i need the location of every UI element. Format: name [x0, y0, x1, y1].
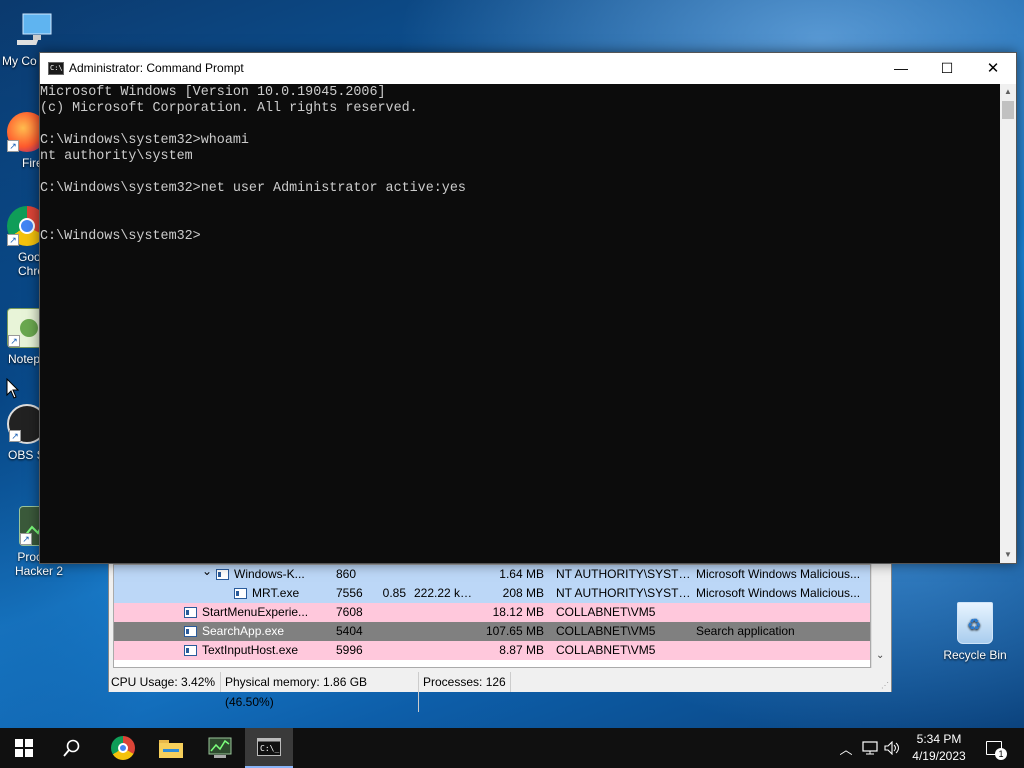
- console-line: (c) Microsoft Corporation. All rights re…: [40, 101, 418, 116]
- computer-icon: [12, 10, 57, 50]
- console-output[interactable]: Microsoft Windows [Version 10.0.19045.20…: [40, 84, 1000, 563]
- process-mem: 1.64 MB: [499, 567, 544, 581]
- process-pid: 7608: [336, 605, 363, 619]
- chevron-up-icon: ︿: [839, 741, 853, 757]
- process-row[interactable]: TextInputHost.exe 5996 8.87 MB COLLABNET\VM…: [114, 641, 870, 660]
- network-icon: [862, 741, 878, 755]
- process-table[interactable]: ⌄ Windows-K... 860 1.64 MB NT AUTHORITY\SYST…: [113, 564, 871, 668]
- process-user: COLLABNET\VM5: [556, 624, 656, 638]
- process-user: COLLABNET\VM5: [556, 643, 656, 657]
- process-row[interactable]: StartMenuExperie... 7608 18.12 MB COLLABNET…: [114, 603, 870, 622]
- clock-time: 5:34 PM: [916, 732, 962, 746]
- process-count-status: Processes: 126: [419, 672, 511, 692]
- process-pid: 5996: [336, 643, 363, 657]
- process-icon: [184, 607, 197, 618]
- process-name: MRT.exe: [252, 586, 300, 600]
- scroll-up-icon[interactable]: ▲: [1000, 84, 1016, 100]
- process-mem: 18.12 MB: [492, 605, 544, 619]
- console-line: C:\Windows\system32>net user Administrat…: [40, 181, 466, 196]
- mouse-cursor-icon: [6, 378, 20, 399]
- search-icon: [63, 739, 80, 757]
- taskbar-clock[interactable]: 5:34 PM 4/19/2023: [900, 731, 978, 765]
- cmd-icon: C:\_: [257, 738, 281, 756]
- notification-count-badge: 1: [995, 748, 1007, 760]
- console-line: C:\Windows\system32>whoami: [40, 133, 249, 148]
- process-table-scrollbar[interactable]: ⌄: [871, 564, 891, 668]
- search-button[interactable]: [48, 728, 96, 768]
- shortcut-arrow-icon: ↗: [8, 335, 20, 347]
- file-explorer-taskbar[interactable]: [147, 728, 195, 768]
- cpu-usage-status: CPU Usage: 3.42%: [109, 672, 221, 692]
- process-row[interactable]: ⌄ Windows-K... 860 1.64 MB NT AUTHORITY\SYST…: [114, 565, 870, 584]
- process-pid: 5404: [336, 624, 363, 638]
- process-hacker-icon: [208, 737, 232, 758]
- process-hacker-window[interactable]: ⌄ Windows-K... 860 1.64 MB NT AUTHORITY\SYST…: [108, 555, 892, 712]
- show-hidden-icons-button[interactable]: ︿: [836, 728, 856, 768]
- notification-icon: 1: [986, 741, 1007, 760]
- clock-date: 4/19/2023: [912, 749, 966, 763]
- process-user: NT AUTHORITY\SYSTEM: [556, 586, 694, 600]
- tree-expander-icon[interactable]: ⌄: [202, 565, 212, 581]
- svg-text:C:\_: C:\_: [260, 744, 279, 753]
- process-mem: 107.65 MB: [485, 624, 544, 638]
- windows-logo-icon: [15, 739, 33, 757]
- process-hacker-taskbar[interactable]: [196, 728, 244, 768]
- process-name: TextInputHost.exe: [202, 643, 299, 657]
- shortcut-arrow-icon: ↗: [20, 533, 32, 545]
- minimize-button[interactable]: —: [878, 53, 924, 84]
- cmd-window[interactable]: C:\ Administrator: Command Prompt — ☐ ✕ …: [39, 52, 1017, 564]
- process-cpu: 0.85: [382, 586, 406, 600]
- shortcut-arrow-icon: ↗: [9, 430, 21, 442]
- process-desc: Search application: [696, 624, 795, 638]
- process-name: SearchApp.exe: [202, 624, 285, 638]
- process-desc: Microsoft Windows Malicious...: [696, 586, 861, 600]
- folder-icon: [159, 740, 183, 758]
- close-button[interactable]: ✕: [970, 53, 1016, 84]
- window-title: Administrator: Command Prompt: [69, 61, 244, 75]
- status-bar: CPU Usage: 3.42% Physical memory: 1.86 G…: [109, 672, 891, 712]
- console-scrollbar[interactable]: ▲ ▼: [1000, 84, 1016, 563]
- maximize-button[interactable]: ☐: [924, 53, 970, 84]
- desktop-icon-label: Recycle Bin: [943, 648, 1007, 662]
- process-icon: [234, 588, 247, 599]
- process-user: NT AUTHORITY\SYSTEM: [556, 567, 694, 581]
- resize-grip-icon[interactable]: ⋰: [881, 682, 889, 690]
- network-button[interactable]: [860, 728, 882, 768]
- cmd-titlebar[interactable]: C:\ Administrator: Command Prompt — ☐ ✕: [40, 53, 1016, 84]
- process-icon: [184, 626, 197, 637]
- taskbar: C:\_ ︿ 5:34 PM 4/19/2023 1: [0, 728, 1024, 768]
- process-icon: [216, 569, 229, 580]
- process-mem: 8.87 MB: [499, 643, 544, 657]
- scrollbar-thumb[interactable]: [1002, 101, 1014, 119]
- process-desc: Microsoft Windows Malicious...: [696, 567, 861, 581]
- desktop-icon-recycle-bin[interactable]: ♻ Recycle Bin: [940, 602, 1010, 662]
- console-line: Microsoft Windows [Version 10.0.19045.20…: [40, 85, 386, 100]
- process-user: COLLABNET\VM5: [556, 605, 656, 619]
- chrome-taskbar[interactable]: [99, 728, 147, 768]
- process-name: Windows-K...: [234, 567, 305, 581]
- scroll-down-icon[interactable]: ▼: [1000, 547, 1016, 563]
- process-name: StartMenuExperie...: [202, 605, 309, 619]
- process-mem: 208 MB: [502, 586, 544, 600]
- shortcut-arrow-icon: ↗: [7, 234, 19, 246]
- shortcut-arrow-icon: ↗: [7, 140, 19, 152]
- scroll-down-icon[interactable]: ⌄: [876, 650, 884, 661]
- cmd-icon: C:\: [48, 62, 64, 75]
- physical-memory-status: Physical memory: 1.86 GB (46.50%): [221, 672, 419, 712]
- cmd-taskbar[interactable]: C:\_: [245, 728, 293, 768]
- console-line: nt authority\system: [40, 149, 193, 164]
- process-icon: [184, 645, 197, 656]
- start-button[interactable]: [0, 728, 48, 768]
- process-row[interactable]: SearchApp.exe 5404 107.65 MB COLLABNET\VM5 S…: [114, 622, 870, 641]
- process-pid: 860: [336, 567, 357, 581]
- notification-center-button[interactable]: 1: [982, 728, 1007, 768]
- console-line: C:\Windows\system32>: [40, 229, 201, 244]
- chrome-icon: [111, 736, 135, 760]
- process-row[interactable]: MRT.exe 7556 0.85 222.22 kB... 208 MB NT AUTH…: [114, 584, 870, 603]
- recycle-bin-icon: ♻: [957, 602, 993, 644]
